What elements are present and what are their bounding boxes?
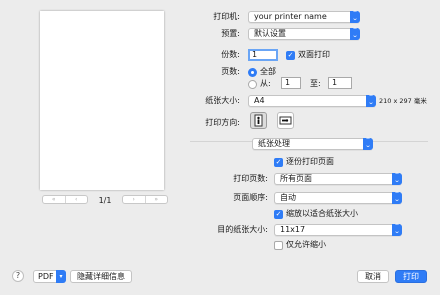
chevron-updown-icon: ⌃ ⌄ [366,94,376,107]
paper-size-select[interactable]: A4 ⌃ ⌄ [248,95,376,107]
paper-size-label: 纸张大小: [205,96,240,105]
paper-size-value: A4 [254,96,265,105]
presets-select[interactable]: 默认设置 ⌃ ⌄ [248,28,360,40]
pdf-label: PDF [38,272,54,281]
first-page-icon[interactable]: « [43,196,65,203]
pages-all-label: 全部 [260,67,276,76]
chevron-updown-icon: ⌃ ⌄ [392,172,402,185]
pages-to-print-value: 所有页面 [280,174,312,183]
orientation-landscape-button[interactable] [277,112,294,129]
landscape-icon [279,116,292,125]
pdf-menu-button[interactable]: PDF ▾ [33,270,66,283]
presets-label: 预置: [221,29,240,38]
cancel-button[interactable]: 取消 [357,270,389,283]
chevron-down-icon: ▾ [56,270,66,283]
presets-value: 默认设置 [254,29,286,38]
chevron-updown-icon: ⌃ ⌄ [392,191,402,204]
chevron-updown-icon: ⌃ ⌄ [350,10,360,23]
page-order-label: 页面顺序: [233,193,268,202]
two-sided-checkbox[interactable]: ✓ [286,51,295,60]
chevron-updown-icon: ⌃ ⌄ [350,27,360,40]
prev-page-icon[interactable]: ‹ [64,196,88,203]
pages-label: 页数: [221,67,240,76]
print-button[interactable]: 打印 [395,270,427,283]
two-sided-label: 双面打印 [298,50,330,59]
printer-value: your printer name [254,12,327,21]
help-button[interactable]: ? [12,270,24,282]
scale-to-fit-label: 缩放以适合纸张大小 [286,209,358,218]
destination-paper-value: 11x17 [280,225,306,234]
copies-label: 份数: [221,50,240,59]
collate-label: 逐份打印页面 [286,157,334,166]
orientation-portrait-button[interactable] [250,112,267,129]
page-preview [40,11,164,190]
portrait-icon [254,114,263,127]
scale-to-fit-checkbox[interactable]: ✓ [274,210,283,219]
collate-checkbox[interactable]: ✓ [274,158,283,167]
pages-range-radio[interactable] [248,80,257,89]
chevron-updown-icon: ⌃ ⌄ [392,223,402,236]
last-page-icon[interactable]: » [144,196,168,203]
pages-from-input[interactable]: 1 [281,77,301,89]
pages-from-label: 从: [260,79,271,88]
pages-to-label: 至: [310,79,321,88]
destination-paper-select[interactable]: 11x17 ⌃ ⌄ [274,224,402,236]
page-order-select[interactable]: 自动 ⌃ ⌄ [274,192,402,204]
preview-nav-back[interactable]: « ‹ [42,195,88,204]
paper-dimensions: 210 x 297 毫米 [379,97,427,105]
printer-label: 打印机: [213,12,240,21]
pages-to-input[interactable]: 1 [328,77,352,89]
scale-down-only-checkbox[interactable]: ✓ [274,241,283,250]
pages-to-print-label: 打印页数: [233,174,268,183]
section-select[interactable]: 纸张处理 ⌃ ⌄ [252,138,373,150]
pages-to-print-select[interactable]: 所有页面 ⌃ ⌄ [274,173,402,185]
next-page-icon[interactable]: › [123,196,145,203]
scale-down-only-label: 仅允许缩小 [286,240,326,249]
page-order-value: 自动 [280,193,296,202]
pages-all-radio[interactable] [248,68,257,77]
copies-input[interactable]: 1 [248,49,278,61]
preview-pane: « ‹ 1/1 › » [0,0,190,222]
orientation-label: 打印方向: [205,118,240,127]
section-value: 纸张处理 [258,139,290,148]
printer-select[interactable]: your printer name ⌃ ⌄ [248,11,360,23]
hide-details-button[interactable]: 隐藏详细信息 [70,270,132,283]
page-indicator: 1/1 [98,196,112,205]
destination-paper-label: 目的纸张大小: [217,225,268,234]
preview-nav-forward[interactable]: › » [122,195,168,204]
chevron-updown-icon: ⌃ ⌄ [363,137,373,150]
